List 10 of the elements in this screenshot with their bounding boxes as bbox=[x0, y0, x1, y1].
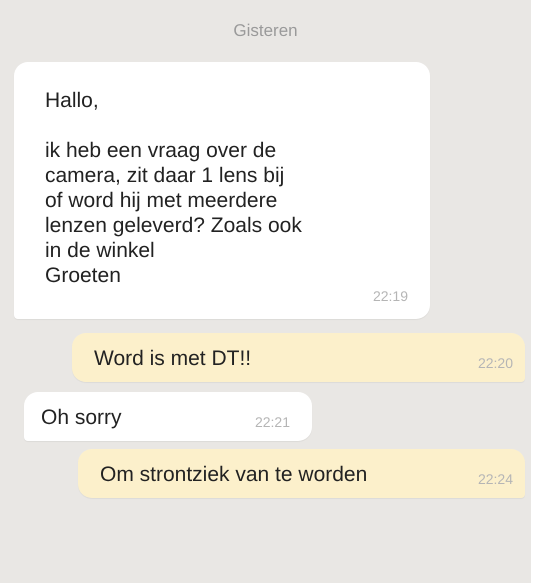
message-time: 22:19 bbox=[372, 286, 408, 306]
message-time: 22:20 bbox=[478, 354, 513, 372]
message-time: 22:21 bbox=[254, 412, 290, 432]
message-time: 22:24 bbox=[478, 470, 513, 488]
message-text: Om strontziek van te worden bbox=[100, 462, 368, 486]
date-label: Gisteren bbox=[232, 20, 299, 42]
message-text: Word is met DT!! bbox=[94, 346, 252, 370]
message-text: Hallo, bbox=[45, 88, 100, 112]
message-text: Oh sorry bbox=[41, 404, 122, 430]
message-text: ik heb een vraag over de camera, zit daar 1 lens bij of word hij met meerdere lenzen geleverd? Zoals ook in de winkel Groeten bbox=[45, 138, 303, 288]
